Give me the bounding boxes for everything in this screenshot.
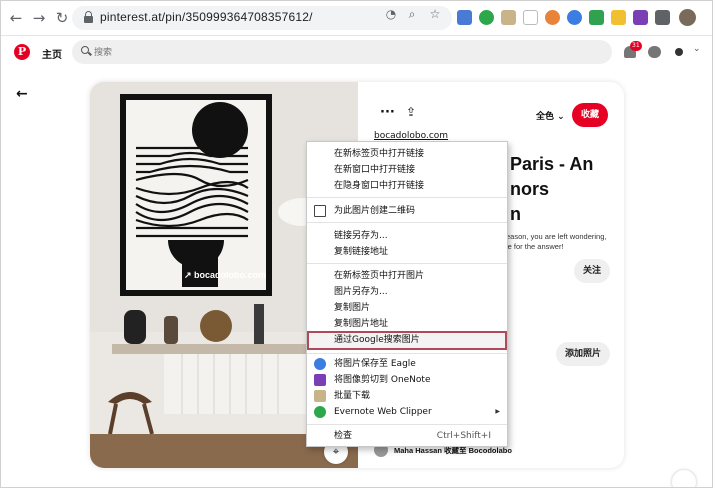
menu-item-open-link-new-tab[interactable]: 在新标签页中打开链接 — [307, 146, 507, 162]
board-selector[interactable]: 全色 ⌄ — [536, 109, 565, 122]
search-placeholder: 搜索 — [94, 48, 113, 58]
menu-item-save-image-as[interactable]: 图片另存为... — [307, 284, 507, 300]
help-button[interactable] — [672, 470, 696, 488]
menu-item-open-image-new-tab[interactable]: 在新标签页中打开图片 — [307, 268, 507, 284]
pen-extension-icon[interactable] — [523, 10, 538, 25]
pin-title-line-2: nors — [510, 179, 550, 199]
menu-item-open-link-new-window[interactable]: 在新窗口中打开链接 — [307, 162, 507, 178]
pin-description-line-1: eason, you are left wondering, — [506, 232, 607, 241]
menu-item-search-image-google[interactable]: 通过Google搜索图片 — [307, 332, 507, 348]
pin-title-line-1: Paris - An — [510, 154, 594, 174]
cookie-extension-icon[interactable] — [545, 10, 560, 25]
menu-separator — [307, 424, 507, 425]
onenote-icon — [314, 374, 326, 386]
menu-item-copy-link-address[interactable]: 复制链接地址 — [307, 244, 507, 260]
google-lens-icon[interactable]: ◔ — [384, 7, 398, 21]
menu-item-evernote-web-clipper[interactable]: Evernote Web Clipper ▶ — [307, 404, 507, 420]
source-link[interactable]: bocadolobo.com — [374, 131, 448, 141]
avatar[interactable] — [675, 48, 683, 56]
reload-icon[interactable]: ↻ — [52, 8, 72, 28]
forward-arrow-icon[interactable]: → — [29, 8, 49, 28]
menu-separator — [307, 197, 507, 198]
share-icon[interactable]: ⇪ — [406, 105, 416, 119]
menu-item-save-to-eagle[interactable]: 将图片保存至 Eagle — [307, 356, 507, 372]
zoom-icon[interactable]: ⌕ — [405, 7, 419, 21]
translate-extension-icon[interactable] — [457, 10, 472, 25]
image-watermark: ↗ bocadolobo.com — [184, 270, 267, 280]
save-button[interactable]: 收藏 — [572, 103, 608, 127]
menu-separator — [307, 353, 507, 354]
follow-button[interactable]: 关注 — [574, 259, 610, 283]
bookmark-star-icon[interactable]: ☆ — [428, 7, 442, 21]
onenote-extension-icon[interactable] — [633, 10, 648, 25]
messages-icon[interactable] — [648, 46, 661, 58]
menu-separator — [307, 263, 507, 264]
drive-extension-icon[interactable] — [589, 10, 604, 25]
url-text[interactable]: pinterest.at/pin/350999364708357612/ — [100, 10, 313, 24]
more-options-icon[interactable]: ··· — [380, 105, 395, 120]
menu-item-create-qr[interactable]: 为此图片创建二维码 — [307, 203, 507, 219]
menu-item-save-link-as[interactable]: 链接另存为... — [307, 228, 507, 244]
menu-item-inspect[interactable]: 检查 Ctrl+Shift+I — [307, 428, 507, 444]
image-download-icon — [314, 390, 326, 402]
pinterest-header: P 主页 搜索 31 ⌄ — [0, 36, 713, 72]
pin-title-line-3: n — [510, 204, 521, 224]
browser-toolbar: ← → ↻ pinterest.at/pin/35099936470835761… — [0, 0, 713, 36]
search-input[interactable]: 搜索 — [72, 40, 612, 64]
submenu-arrow-icon: ▶ — [495, 408, 500, 415]
back-arrow-icon[interactable]: ← — [6, 8, 26, 28]
qr-code-icon — [314, 205, 326, 217]
image-extension-icon[interactable] — [501, 10, 516, 25]
search-icon — [81, 46, 89, 54]
menu-item-copy-image-address[interactable]: 复制图片地址 — [307, 316, 507, 332]
context-menu: 在新标签页中打开链接 在新窗口中打开链接 在隐身窗口中打开链接 为此图片创建二维… — [306, 141, 508, 447]
chevron-down-icon[interactable]: ⌄ — [693, 44, 701, 54]
menu-item-clip-to-onenote[interactable]: 将图像剪切到 OneNote — [307, 372, 507, 388]
eagle-icon — [314, 358, 326, 370]
lock-icon — [84, 11, 93, 23]
evernote-icon — [314, 406, 326, 418]
pinterest-logo-icon[interactable]: P — [14, 44, 30, 60]
back-button[interactable]: ← — [16, 86, 28, 102]
menu-item-open-link-incognito[interactable]: 在隐身窗口中打开链接 — [307, 178, 507, 194]
evernote-extension-icon[interactable] — [479, 10, 494, 25]
add-photo-button[interactable]: 添加照片 — [556, 342, 610, 366]
folder-extension-icon[interactable] — [611, 10, 626, 25]
eagle-extension-icon[interactable] — [567, 10, 582, 25]
pin-description-line-2: le for the answer! — [506, 242, 564, 251]
menu-item-copy-image[interactable]: 复制图片 — [307, 300, 507, 316]
notification-badge: 31 — [630, 41, 642, 51]
menu-separator — [307, 222, 507, 223]
inspect-shortcut: Ctrl+Shift+I — [436, 431, 491, 441]
profile-avatar[interactable] — [679, 9, 696, 26]
puzzle-extensions-icon[interactable] — [655, 10, 670, 25]
home-link[interactable]: 主页 — [42, 46, 62, 61]
menu-item-batch-download[interactable]: 批量下载 — [307, 388, 507, 404]
